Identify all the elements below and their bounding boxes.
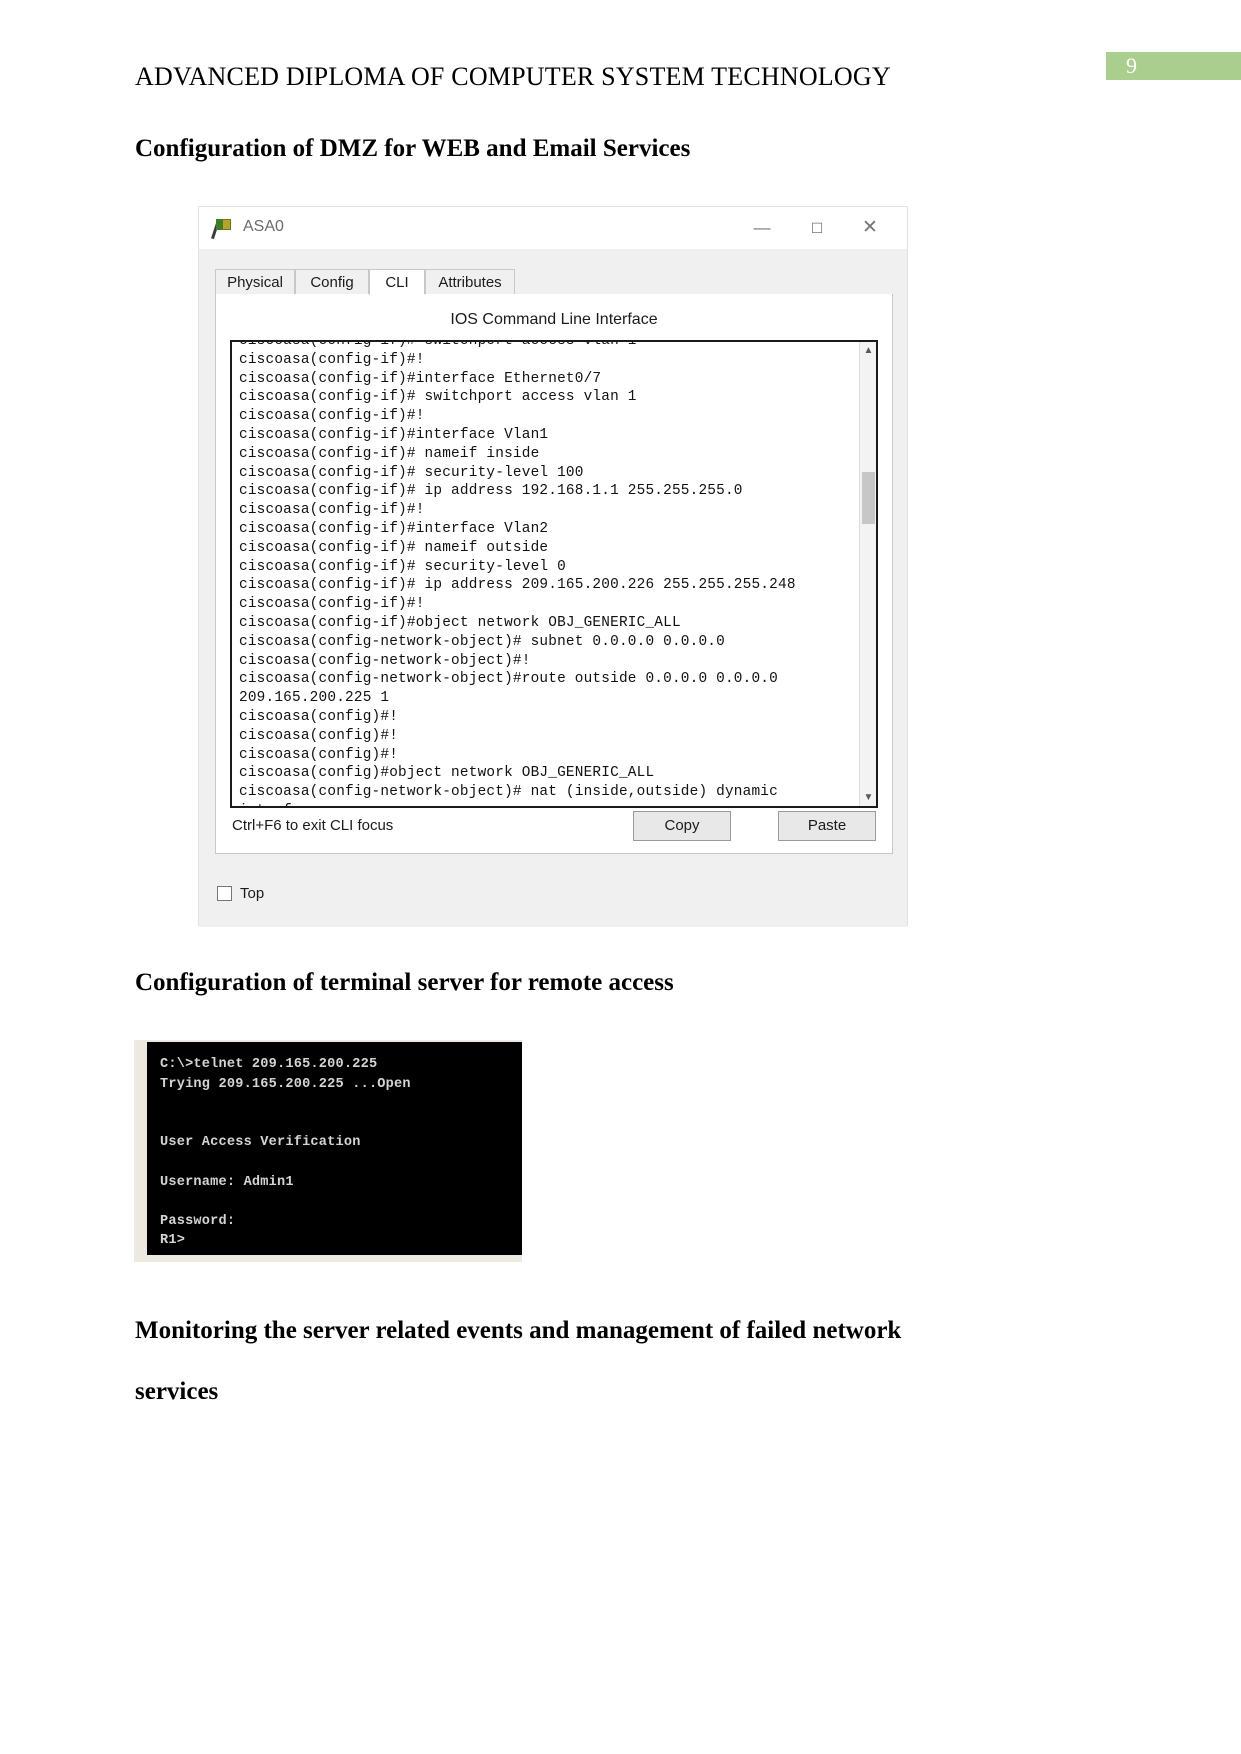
page-number-badge: 9 bbox=[1106, 52, 1241, 80]
telnet-terminal-screenshot: C:\>telnet 209.165.200.225 Trying 209.16… bbox=[134, 1040, 522, 1262]
monitoring-line-1: Monitoring the server related events and… bbox=[135, 1317, 902, 1344]
paste-button[interactable]: Paste bbox=[778, 811, 876, 841]
tab-physical[interactable]: Physical bbox=[215, 269, 295, 295]
cli-console[interactable]: ciscoasa(config-if)# switchport access v… bbox=[230, 340, 878, 808]
document-header-title: ADVANCED DIPLOMA OF COMPUTER SYSTEM TECH… bbox=[135, 62, 891, 91]
monitoring-line-2: services bbox=[135, 1378, 219, 1406]
top-checkbox[interactable] bbox=[217, 886, 232, 901]
cli-scrollbar[interactable]: ▲ ▼ bbox=[859, 342, 876, 806]
tab-cli[interactable]: CLI bbox=[369, 269, 425, 295]
asa0-titlebar: ASA0 — ☐ ✕ bbox=[199, 207, 907, 249]
telnet-screen: C:\>telnet 209.165.200.225 Trying 209.16… bbox=[147, 1042, 522, 1255]
tab-attributes[interactable]: Attributes bbox=[425, 269, 515, 295]
asa0-tabstrip: Physical Config CLI Attributes bbox=[215, 269, 893, 296]
close-button[interactable]: ✕ bbox=[853, 215, 887, 241]
tab-config[interactable]: Config bbox=[295, 269, 369, 295]
cli-scrollbar-thumb[interactable] bbox=[862, 472, 875, 524]
packet-tracer-flag-icon bbox=[211, 219, 234, 240]
scroll-up-icon[interactable]: ▲ bbox=[860, 342, 876, 359]
asa0-window-body: Physical Config CLI Attributes IOS Comma… bbox=[199, 249, 907, 927]
cli-panel-caption: IOS Command Line Interface bbox=[450, 311, 658, 328]
cli-tab-panel: IOS Command Line Interface ciscoasa(conf… bbox=[215, 294, 893, 854]
section-heading-terminal-server: Configuration of terminal server for rem… bbox=[135, 969, 674, 996]
section-heading-dmz: Configuration of DMZ for WEB and Email S… bbox=[135, 135, 691, 162]
page-header: ADVANCED DIPLOMA OF COMPUTER SYSTEM TECH… bbox=[0, 0, 1241, 120]
asa0-window-screenshot: ASA0 — ☐ ✕ Physical Config CLI Attribute… bbox=[198, 206, 908, 927]
asa0-window-title: ASA0 bbox=[243, 218, 284, 235]
section-heading-monitoring: Monitoring the server related events and… bbox=[135, 1300, 975, 1423]
telnet-output-text: C:\>telnet 209.165.200.225 Trying 209.16… bbox=[160, 1057, 411, 1249]
minimize-button[interactable]: — bbox=[745, 215, 779, 241]
copy-button[interactable]: Copy bbox=[633, 811, 731, 841]
top-checkbox-label: Top bbox=[240, 885, 265, 902]
scroll-down-icon[interactable]: ▼ bbox=[860, 789, 876, 806]
page-number-value: 9 bbox=[1126, 53, 1137, 78]
cli-console-text: ciscoasa(config-if)# switchport access v… bbox=[239, 340, 796, 806]
maximize-button[interactable]: ☐ bbox=[800, 215, 834, 241]
cli-focus-hint: Ctrl+F6 to exit CLI focus bbox=[232, 817, 394, 834]
